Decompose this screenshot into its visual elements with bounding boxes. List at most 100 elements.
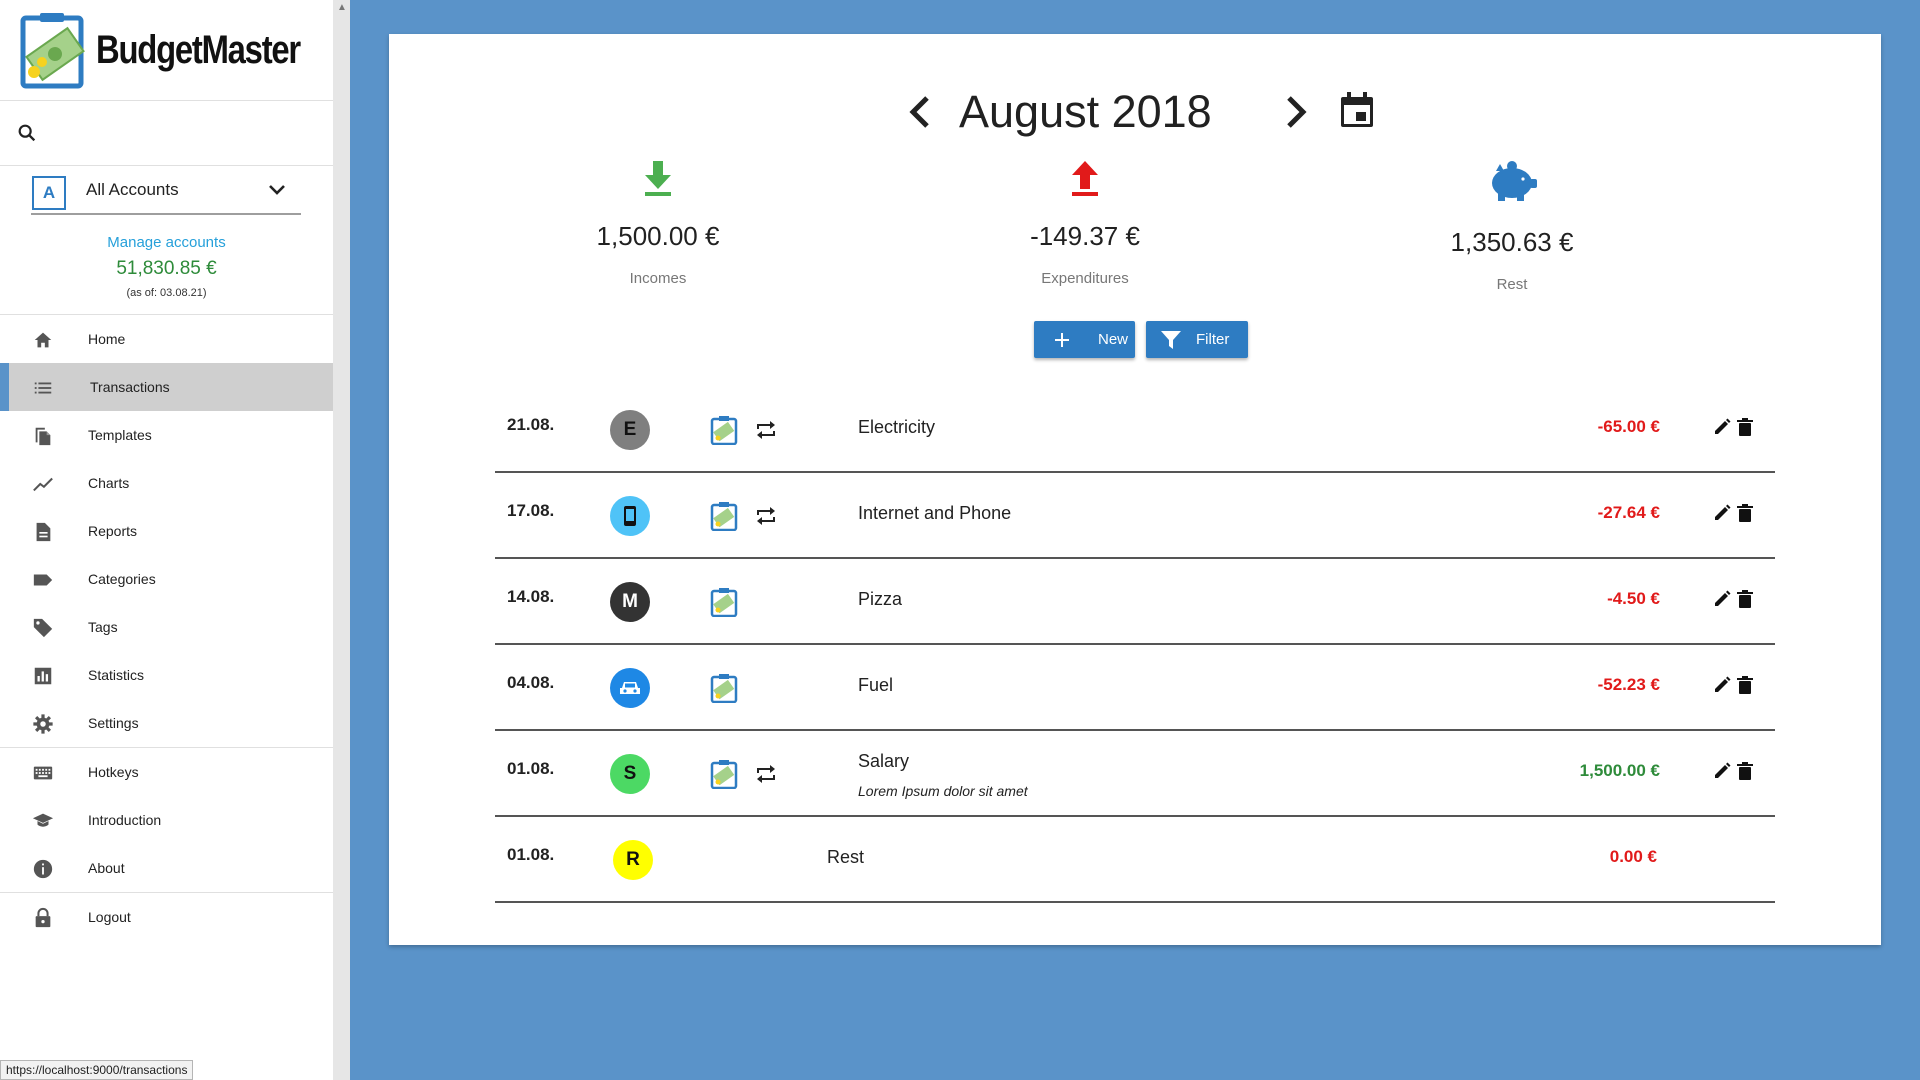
category-badge <box>610 668 650 708</box>
account-icon <box>710 416 738 445</box>
gear-icon <box>33 714 53 734</box>
sidebar-item-tags[interactable]: Tags <box>0 603 333 651</box>
new-button-label: New <box>1098 331 1129 348</box>
table-row[interactable]: 14.08. M Pizza -4.50 € <box>495 559 1775 645</box>
summary-incomes: 1,500.00 € Incomes <box>508 159 808 287</box>
sidebar-item-statistics[interactable]: Statistics <box>0 651 333 699</box>
tag-icon <box>33 618 53 638</box>
sidebar-scrollbar[interactable]: ▲ <box>333 0 350 1080</box>
sidebar-item-label: Logout <box>88 909 131 925</box>
delete-icon[interactable] <box>1737 590 1753 608</box>
category-badge: M <box>610 582 650 622</box>
chart-line-icon <box>33 477 53 492</box>
filter-icon <box>1161 330 1181 349</box>
repeat-icon <box>757 421 775 439</box>
chevron-down-icon[interactable] <box>268 184 286 196</box>
table-row[interactable]: 01.08. S Salary Lorem Ipsum dolor sit am… <box>495 731 1775 817</box>
brand-title: BudgetMaster <box>96 28 301 72</box>
transaction-amount: -4.50 € <box>1607 589 1660 608</box>
transaction-amount: 1,500.00 € <box>1579 761 1660 780</box>
sidebar-item-label: Tags <box>88 619 118 635</box>
transaction-date: 14.08. <box>507 587 555 606</box>
scroll-up-icon[interactable]: ▲ <box>337 2 347 13</box>
month-title: August 2018 <box>959 86 1212 137</box>
status-bar-url: https://localhost:9000/transactions <box>0 1060 194 1080</box>
sidebar-item-label: Introduction <box>88 812 162 828</box>
templates-icon <box>35 427 51 446</box>
transaction-name: Rest <box>827 847 865 867</box>
edit-icon[interactable] <box>1713 762 1731 780</box>
table-row[interactable]: 17.08. Internet and Phone -27.64 € <box>495 473 1775 559</box>
transaction-amount: -52.23 € <box>1597 675 1660 694</box>
sidebar-item-settings[interactable]: Settings <box>0 699 333 747</box>
transaction-amount: -27.64 € <box>1597 503 1660 522</box>
sidebar-item-reports[interactable]: Reports <box>0 507 333 555</box>
delete-icon[interactable] <box>1737 676 1753 694</box>
transactions-card: August 2018 1,500.00 € Incomes -149.37 €… <box>389 34 1881 945</box>
expenditures-label: Expenditures <box>1041 270 1129 287</box>
transaction-name: Salary <box>858 751 910 771</box>
account-select[interactable]: All Accounts <box>86 180 179 200</box>
edit-icon[interactable] <box>1713 590 1731 608</box>
transaction-name: Fuel <box>858 675 894 695</box>
edit-icon[interactable] <box>1713 418 1731 436</box>
transaction-date: 17.08. <box>507 501 555 520</box>
upload-arrow-icon <box>1072 161 1098 196</box>
car-icon <box>620 682 640 694</box>
account-icon <box>710 502 738 531</box>
plus-icon <box>1055 332 1069 347</box>
transaction-amount: 0.00 € <box>1609 847 1657 866</box>
balance-as-of: (as of: 03.08.21) <box>126 287 207 299</box>
previous-month-button[interactable] <box>905 92 935 132</box>
category-badge: E <box>610 410 650 450</box>
download-arrow-icon <box>645 161 671 196</box>
info-icon <box>33 859 53 879</box>
sidebar-item-transactions[interactable]: Transactions <box>0 363 333 411</box>
calendar-icon[interactable] <box>1337 90 1377 130</box>
sidebar-item-hotkeys[interactable]: Hotkeys <box>0 748 333 796</box>
delete-icon[interactable] <box>1737 418 1753 436</box>
next-month-button[interactable] <box>1281 92 1311 132</box>
sidebar-item-charts[interactable]: Charts <box>0 459 333 507</box>
transaction-name: Internet and Phone <box>858 503 1012 523</box>
table-row[interactable]: 04.08. Fuel -52.23 € <box>495 645 1775 731</box>
sidebar-item-home[interactable]: Home <box>0 315 333 363</box>
repeat-icon <box>757 507 775 525</box>
delete-icon[interactable] <box>1737 762 1753 780</box>
list-icon <box>34 382 52 394</box>
sidebar-item-label: About <box>88 860 125 876</box>
filter-button[interactable]: Filter <box>1146 321 1248 358</box>
lock-icon <box>35 907 51 928</box>
sidebar-item-templates[interactable]: Templates <box>0 411 333 459</box>
sidebar-item-introduction[interactable]: Introduction <box>0 796 333 844</box>
account-icon <box>710 760 738 789</box>
graduation-cap-icon <box>32 813 54 827</box>
account-select-underline <box>31 213 301 215</box>
sidebar-item-label: Home <box>88 331 126 347</box>
transaction-name: Electricity <box>858 417 936 437</box>
new-transaction-button[interactable]: New <box>1034 321 1135 358</box>
sidebar-item-categories[interactable]: Categories <box>0 555 333 603</box>
table-row[interactable]: 21.08. E Electricity -65.00 € <box>495 387 1775 473</box>
label-icon <box>33 574 53 586</box>
sidebar-item-label: Hotkeys <box>88 764 139 780</box>
account-avatar: A <box>32 176 66 210</box>
sidebar-item-label: Categories <box>88 571 156 587</box>
sidebar-item-about[interactable]: About <box>0 844 333 892</box>
transaction-name: Pizza <box>858 589 903 609</box>
manage-accounts-link[interactable]: Manage accounts <box>0 234 333 251</box>
phone-icon <box>624 506 636 526</box>
summary-rest: 1,350.63 € Rest <box>1362 159 1662 293</box>
account-icon <box>710 674 738 703</box>
edit-icon[interactable] <box>1713 676 1731 694</box>
transaction-date: 04.08. <box>507 673 555 692</box>
budgetmaster-logo-icon[interactable] <box>20 10 90 90</box>
sidebar-item-label: Reports <box>88 523 138 539</box>
search-icon[interactable] <box>16 122 38 144</box>
divider <box>0 165 333 166</box>
rest-amount: 1,350.63 € <box>1450 227 1574 257</box>
report-icon <box>36 522 51 542</box>
delete-icon[interactable] <box>1737 504 1753 522</box>
sidebar-item-logout[interactable]: Logout <box>0 893 333 941</box>
edit-icon[interactable] <box>1713 504 1731 522</box>
